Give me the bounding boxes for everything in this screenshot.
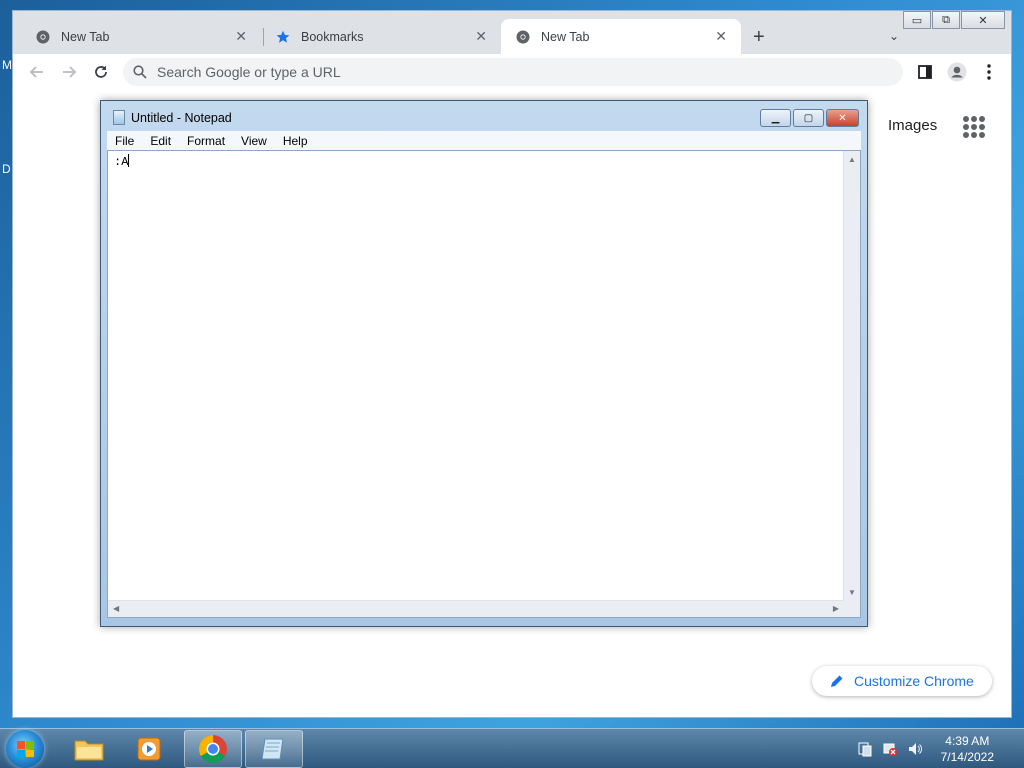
- scroll-up-arrow-icon[interactable]: ▲: [848, 155, 856, 164]
- desktop-icon-label-d[interactable]: D: [2, 162, 11, 176]
- clock-time: 4:39 AM: [945, 734, 990, 748]
- back-arrow-icon[interactable]: [27, 62, 47, 82]
- tab-close-icon[interactable]: ✕: [475, 28, 487, 45]
- vertical-scrollbar[interactable]: ▲ ▼: [843, 151, 860, 601]
- notepad-text-area[interactable]: :A ▲ ▼ ◀ ▶: [107, 150, 861, 618]
- notepad-icon: [113, 110, 125, 125]
- scroll-left-arrow-icon[interactable]: ◀: [113, 604, 119, 613]
- clock-date: 7/14/2022: [940, 750, 994, 764]
- windows-logo-icon: [17, 741, 34, 757]
- volume-icon[interactable]: [906, 740, 924, 758]
- scroll-down-arrow-icon[interactable]: ▼: [848, 588, 856, 597]
- customize-chrome-label: Customize Chrome: [854, 673, 974, 689]
- menu-format[interactable]: Format: [179, 134, 233, 148]
- start-button[interactable]: [6, 730, 44, 768]
- notepad-close-button[interactable]: ✕: [826, 109, 859, 127]
- tab-label: New Tab: [61, 29, 110, 44]
- taskbar: 4:39 AM 7/14/2022: [0, 728, 1024, 768]
- tab-strip: New Tab ✕ Bookmarks ✕ New Tab ✕ + ⌄ ▭ ⧉ …: [13, 11, 1011, 54]
- resize-grip-icon[interactable]: [843, 600, 860, 617]
- network-warning-icon[interactable]: [881, 740, 899, 758]
- notepad-window-controls: ▁ ▢ ✕: [758, 109, 859, 127]
- minimize-button[interactable]: ▭: [903, 11, 931, 29]
- omnibox[interactable]: [123, 58, 903, 86]
- tab-new-tab-1[interactable]: New Tab ✕: [21, 19, 261, 54]
- reload-icon[interactable]: [91, 62, 111, 82]
- customize-chrome-button[interactable]: Customize Chrome: [812, 666, 992, 696]
- horizontal-scrollbar[interactable]: ◀ ▶: [108, 600, 844, 617]
- notepad-titlebar[interactable]: Untitled - Notepad: [113, 110, 232, 125]
- folder-icon: [74, 740, 104, 761]
- menu-edit[interactable]: Edit: [142, 134, 179, 148]
- profile-avatar-icon[interactable]: [947, 62, 967, 82]
- taskbar-notepad[interactable]: [245, 730, 303, 768]
- scroll-right-arrow-icon[interactable]: ▶: [833, 604, 839, 613]
- menu-file[interactable]: File: [107, 134, 142, 148]
- google-apps-icon[interactable]: [963, 116, 985, 138]
- notepad-content: :A: [114, 154, 130, 169]
- tab-label: Bookmarks: [301, 29, 364, 44]
- more-menu-icon[interactable]: [979, 62, 999, 82]
- menu-view[interactable]: View: [233, 134, 275, 148]
- action-center-icon[interactable]: [856, 740, 874, 758]
- close-button[interactable]: ✕: [961, 11, 1005, 29]
- notepad-menubar: File Edit Format View Help: [107, 131, 861, 150]
- notepad-icon: [261, 738, 284, 760]
- chrome-icon: [515, 29, 531, 45]
- images-link[interactable]: Images: [888, 117, 937, 134]
- notepad-minimize-button[interactable]: ▁: [760, 109, 791, 127]
- browser-toolbar: [13, 54, 1011, 90]
- restore-button[interactable]: ⧉: [932, 11, 960, 29]
- omnibox-input[interactable]: [157, 64, 857, 80]
- desktop-edge: M D: [0, 56, 12, 716]
- system-tray: 4:39 AM 7/14/2022: [856, 729, 1014, 768]
- tab-label: New Tab: [541, 29, 590, 44]
- tab-search-chevron-icon[interactable]: ⌄: [889, 29, 899, 43]
- tab-bookmarks[interactable]: Bookmarks ✕: [261, 19, 501, 54]
- notepad-content-text: :A: [114, 155, 129, 169]
- search-icon: [133, 65, 147, 79]
- taskbar-chrome[interactable]: [184, 730, 242, 768]
- taskbar-media-player[interactable]: [120, 730, 178, 768]
- tab-close-icon[interactable]: ✕: [715, 28, 727, 45]
- system-clock[interactable]: 4:39 AM 7/14/2022: [941, 733, 994, 765]
- desktop-icon-label-m[interactable]: M: [2, 58, 12, 72]
- taskbar-explorer[interactable]: [60, 730, 118, 768]
- tab-close-icon[interactable]: ✕: [235, 28, 247, 45]
- menu-help[interactable]: Help: [275, 134, 316, 148]
- notepad-maximize-button[interactable]: ▢: [793, 109, 824, 127]
- window-controls: ▭ ⧉ ✕: [902, 11, 1005, 29]
- side-panel-icon[interactable]: [915, 62, 935, 82]
- tab-new-tab-2[interactable]: New Tab ✕: [501, 19, 741, 54]
- chrome-icon: [199, 735, 227, 763]
- forward-arrow-icon[interactable]: [59, 62, 79, 82]
- text-caret: [128, 154, 130, 167]
- star-icon: [275, 29, 291, 45]
- media-player-icon: [137, 737, 161, 761]
- chrome-icon: [35, 29, 51, 45]
- notepad-window: Untitled - Notepad ▁ ▢ ✕ File Edit Forma…: [100, 100, 868, 627]
- notepad-title: Untitled - Notepad: [131, 110, 232, 125]
- new-tab-button[interactable]: +: [753, 26, 765, 49]
- pencil-icon: [831, 675, 843, 687]
